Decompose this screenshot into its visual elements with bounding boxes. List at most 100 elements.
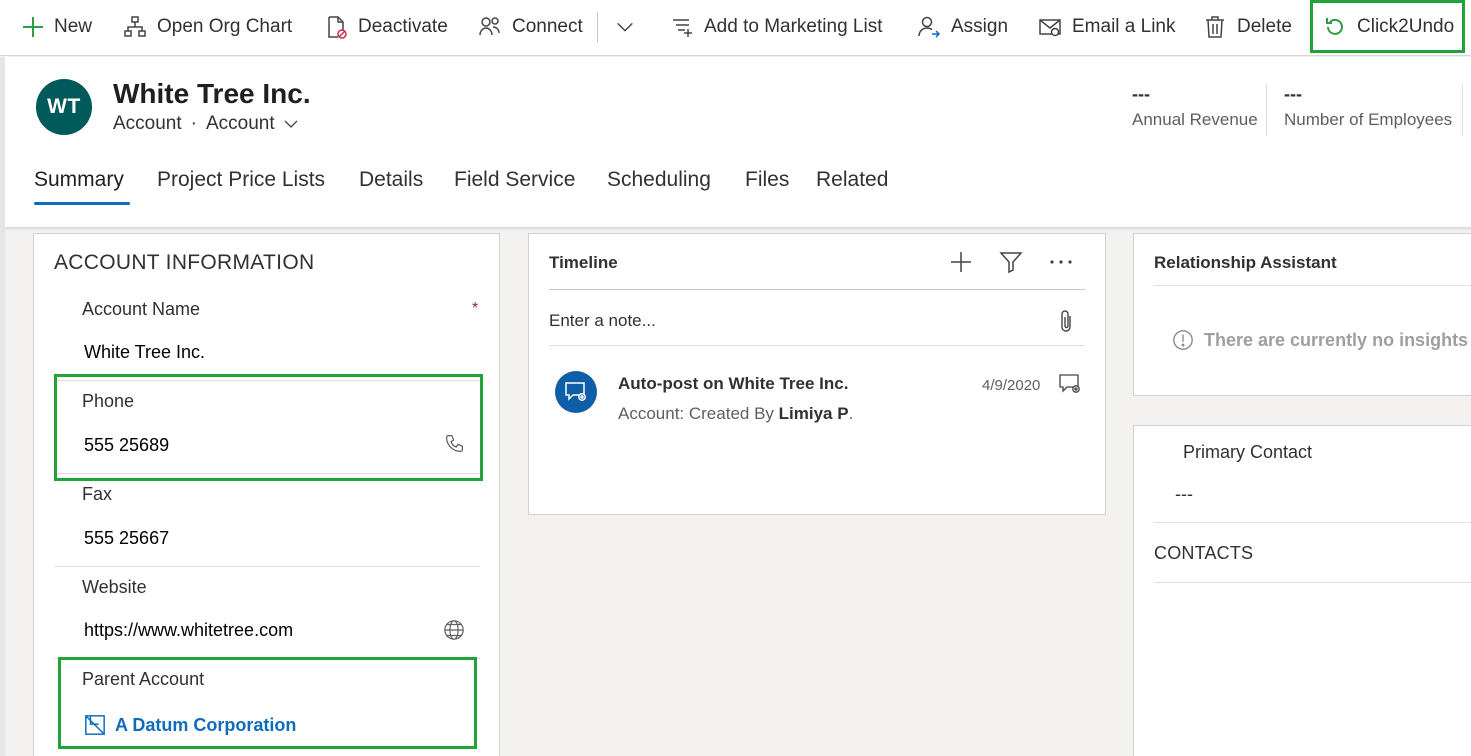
filter-button[interactable] [999,250,1023,274]
parent-account-value: A Datum Corporation [115,714,297,735]
primary-contact-field[interactable]: --- [1175,484,1193,505]
tab-related[interactable]: Related [816,168,888,192]
website-field[interactable]: https://www.whitetree.com [84,620,293,641]
open-org-chart-button[interactable]: Open Org Chart [122,0,292,54]
assign-icon [916,14,942,40]
field-divider [54,473,480,474]
contacts-section-title: CONTACTS [1154,543,1254,563]
annual-revenue-kpi: --- Annual Revenue [1132,84,1258,130]
employees-kpi: --- Number of Employees [1284,84,1452,130]
delete-button[interactable]: Delete [1202,0,1292,54]
more-icon [1050,260,1072,264]
employees-label: Number of Employees [1284,110,1453,129]
plus-icon [20,14,46,40]
kpi-divider [1266,84,1267,136]
connect-label: Connect [512,16,583,37]
primary-contact-card [1133,425,1471,756]
email-link-icon [1037,14,1063,40]
field-divider [54,380,480,381]
active-tab-indicator [34,202,130,205]
new-label: New [54,16,93,37]
relationship-assistant-title: Relationship Assistant [1154,253,1337,272]
post-sub-suffix: . [848,404,854,423]
post-date: 4/9/2020 [982,377,1041,394]
command-bar: New Open Org Chart Deactivate Connect Ad… [0,0,1471,56]
deactivate-icon [323,14,349,40]
timeline-title: Timeline [549,253,618,272]
contacts-divider [1154,582,1471,583]
phone-label: Phone [82,391,135,411]
note-input[interactable] [549,311,1049,331]
info-icon [1172,329,1194,351]
assign-button[interactable]: Assign [916,0,1008,54]
tab-field-service[interactable]: Field Service [454,168,575,192]
post-subtitle: Account: Created By Limiya P. [618,404,853,424]
click2undo-button[interactable]: Click2Undo [1322,0,1454,54]
chevron-down-icon [283,116,299,132]
assign-label: Assign [951,16,1009,37]
header-shadow [5,227,1471,231]
undo-icon [1322,14,1348,40]
command-separator [597,12,598,42]
phone-field[interactable]: 555 25689 [84,435,169,456]
connect-icon [477,14,503,40]
list-add-icon [669,14,695,40]
no-insights-text: There are currently no insights [1204,329,1469,350]
website-label: Website [82,577,147,597]
auto-post-icon [555,371,597,413]
pc-divider [1154,522,1471,523]
deactivate-label: Deactivate [358,16,448,37]
parent-account-link[interactable]: A Datum Corporation [84,714,296,736]
trash-icon [1202,14,1228,40]
org-chart-icon [122,14,148,40]
new-button[interactable]: New [20,0,92,54]
separator-dot: · [190,113,197,134]
ra-divider [1154,285,1471,286]
annual-revenue-label: Annual Revenue [1132,110,1258,129]
field-divider [54,566,480,567]
deactivate-button[interactable]: Deactivate [323,0,448,54]
parent-account-label: Parent Account [82,669,205,689]
email-link-label: Email a Link [1072,16,1176,37]
tab-scheduling[interactable]: Scheduling [607,168,711,192]
globe-icon[interactable] [443,619,465,641]
tab-project-price-lists[interactable]: Project Price Lists [157,168,325,192]
post-title[interactable]: Auto-post on White Tree Inc. [618,374,848,394]
form-name: Account [205,113,275,134]
chevron-down-icon [612,14,638,40]
account-entity-icon [84,714,106,736]
post-author: Limiya P [778,404,849,423]
add-activity-button[interactable] [949,250,973,274]
marketing-label: Add to Marketing List [704,16,883,37]
plus-icon [951,252,971,272]
employees-value: --- [1284,84,1302,104]
more-commands-dropdown[interactable] [612,0,647,54]
paperclip-icon[interactable] [1056,309,1076,335]
delete-label: Delete [1237,16,1292,37]
field-divider [54,658,480,659]
section-title: ACCOUNT INFORMATION [54,251,315,274]
kpi-divider [1462,84,1463,136]
phone-icon[interactable] [444,433,465,454]
post-sub-prefix: Account: Created By [618,404,779,423]
add-to-marketing-list-button[interactable]: Add to Marketing List [669,0,882,54]
entity-type: Account [113,113,182,134]
click2undo-label: Click2Undo [1357,16,1455,37]
tab-files[interactable]: Files [745,168,789,192]
email-a-link-button[interactable]: Email a Link [1037,0,1176,54]
fax-label: Fax [82,484,113,504]
filter-icon [999,252,1023,274]
account-name-field[interactable]: White Tree Inc. [84,342,205,363]
account-name-label: Account Name [82,299,201,319]
fax-field[interactable]: 555 25667 [84,528,169,549]
tab-summary[interactable]: Summary [34,168,124,192]
timeline-divider [549,289,1085,290]
connect-button[interactable]: Connect [477,0,583,54]
tab-details[interactable]: Details [359,168,423,192]
org-chart-label: Open Org Chart [157,16,293,37]
timeline-divider [549,345,1085,346]
more-options-button[interactable] [1048,250,1074,274]
avatar: WT [36,79,92,135]
entity-form-selector[interactable]: Account · Account [113,113,299,135]
no-insights-message: There are currently no insights [1172,329,1468,351]
